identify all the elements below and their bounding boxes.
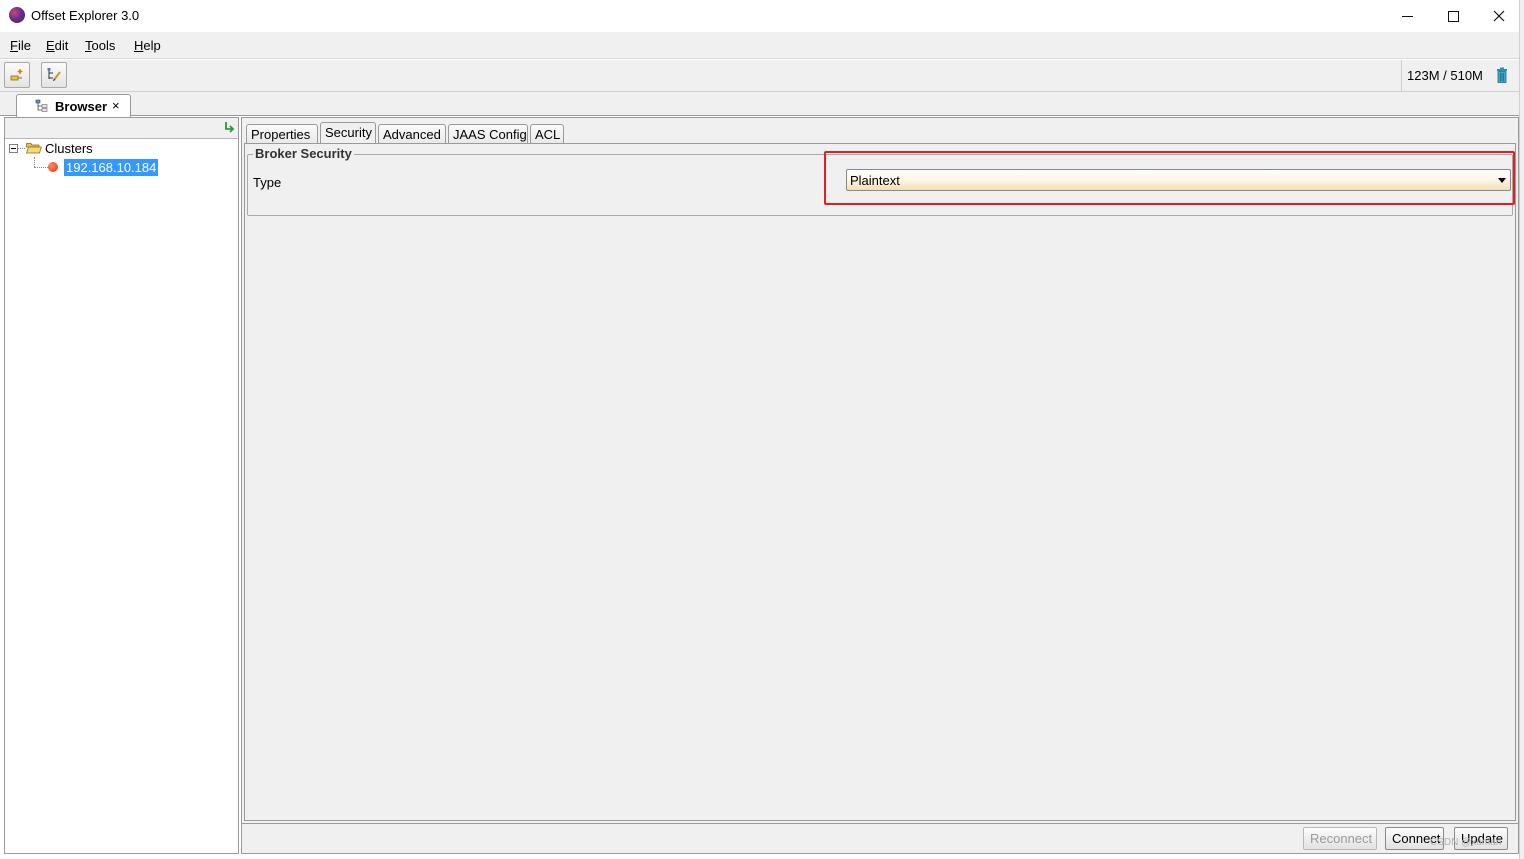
- browser-tab[interactable]: Browser ×: [16, 94, 131, 117]
- menu-help-label: elp: [143, 38, 161, 53]
- close-icon: [1493, 10, 1505, 22]
- document-tab-strip: Browser ×: [0, 92, 1524, 117]
- menu-file[interactable]: File: [10, 38, 31, 53]
- trash-icon[interactable]: [1496, 67, 1508, 83]
- action-bar: Reconnect Connect Update: [241, 824, 1519, 854]
- chevron-down-icon[interactable]: [1498, 178, 1506, 183]
- reconnect-button[interactable]: Reconnect: [1303, 827, 1377, 850]
- app-icon: [9, 7, 25, 23]
- add-connection-button[interactable]: [4, 62, 30, 88]
- tree-root-clusters[interactable]: Clusters: [45, 141, 93, 156]
- memory-indicator[interactable]: 123M / 510M: [1401, 60, 1519, 91]
- window-title: Offset Explorer 3.0: [31, 8, 140, 23]
- watermark: CSDN @xuman: [1430, 837, 1502, 848]
- menu-help[interactable]: Help: [134, 38, 161, 53]
- type-label: Type: [253, 175, 282, 190]
- toolbar: 123M / 510M: [0, 60, 1524, 92]
- window-right-edge: [1519, 0, 1524, 859]
- cluster-details-panel: Properties Security Advanced JAAS Config…: [241, 117, 1519, 824]
- broker-security-group: Broker Security Type Plaintext: [247, 146, 1513, 216]
- menu-tools-label: ools: [91, 38, 116, 53]
- menu-tools[interactable]: Tools: [85, 38, 115, 53]
- tab-properties[interactable]: Properties: [246, 124, 318, 144]
- maximize-button[interactable]: [1430, 0, 1476, 32]
- edit-tree-button[interactable]: [41, 62, 67, 88]
- tree-connector: [34, 157, 35, 167]
- tab-advanced[interactable]: Advanced: [378, 124, 446, 144]
- menu-file-label: ile: [17, 38, 31, 53]
- menu-file-mnemonic: F: [10, 38, 18, 53]
- folder-open-icon: [26, 143, 42, 154]
- minimize-button[interactable]: [1384, 0, 1430, 32]
- security-type-value: Plaintext: [850, 173, 900, 188]
- tab-jaas-config[interactable]: JAAS Config: [448, 124, 528, 144]
- maximize-icon: [1447, 10, 1459, 22]
- tab-security[interactable]: Security: [320, 122, 376, 145]
- edit-tree-icon: [47, 68, 61, 82]
- close-button[interactable]: [1476, 0, 1522, 32]
- minimize-icon: [1401, 15, 1413, 17]
- browser-panel-header: [5, 118, 238, 138]
- security-type-dropdown[interactable]: Plaintext: [846, 169, 1511, 191]
- menu-edit[interactable]: Edit: [46, 38, 68, 53]
- browser-tab-close-icon[interactable]: ×: [112, 98, 120, 113]
- browser-panel: Clusters 192.168.10.184: [4, 117, 239, 854]
- memory-usage: 123M / 510M: [1407, 68, 1483, 83]
- title-bar: Offset Explorer 3.0: [0, 0, 1524, 32]
- browser-tab-label: Browser: [55, 99, 108, 114]
- tree-connector: [34, 167, 48, 168]
- tree-collapse-toggle[interactable]: [9, 144, 18, 153]
- menu-help-mnemonic: H: [134, 38, 144, 53]
- security-tab-content: Broker Security Type Plaintext: [244, 143, 1516, 821]
- browser-tree-icon: [35, 99, 48, 112]
- menu-edit-label: dit: [54, 38, 69, 53]
- tree-connector: [18, 148, 25, 149]
- broker-security-title: Broker Security: [253, 146, 354, 161]
- cluster-status-icon: [48, 162, 58, 172]
- cluster-tree[interactable]: Clusters 192.168.10.184: [5, 138, 238, 853]
- add-connection-icon: [10, 69, 23, 81]
- menu-edit-mnemonic: E: [46, 38, 55, 53]
- refresh-icon[interactable]: [223, 121, 235, 135]
- tab-acl[interactable]: ACL: [530, 124, 564, 144]
- menu-bar: File Edit Tools Help: [0, 32, 1524, 59]
- tree-node-cluster[interactable]: 192.168.10.184: [64, 159, 159, 176]
